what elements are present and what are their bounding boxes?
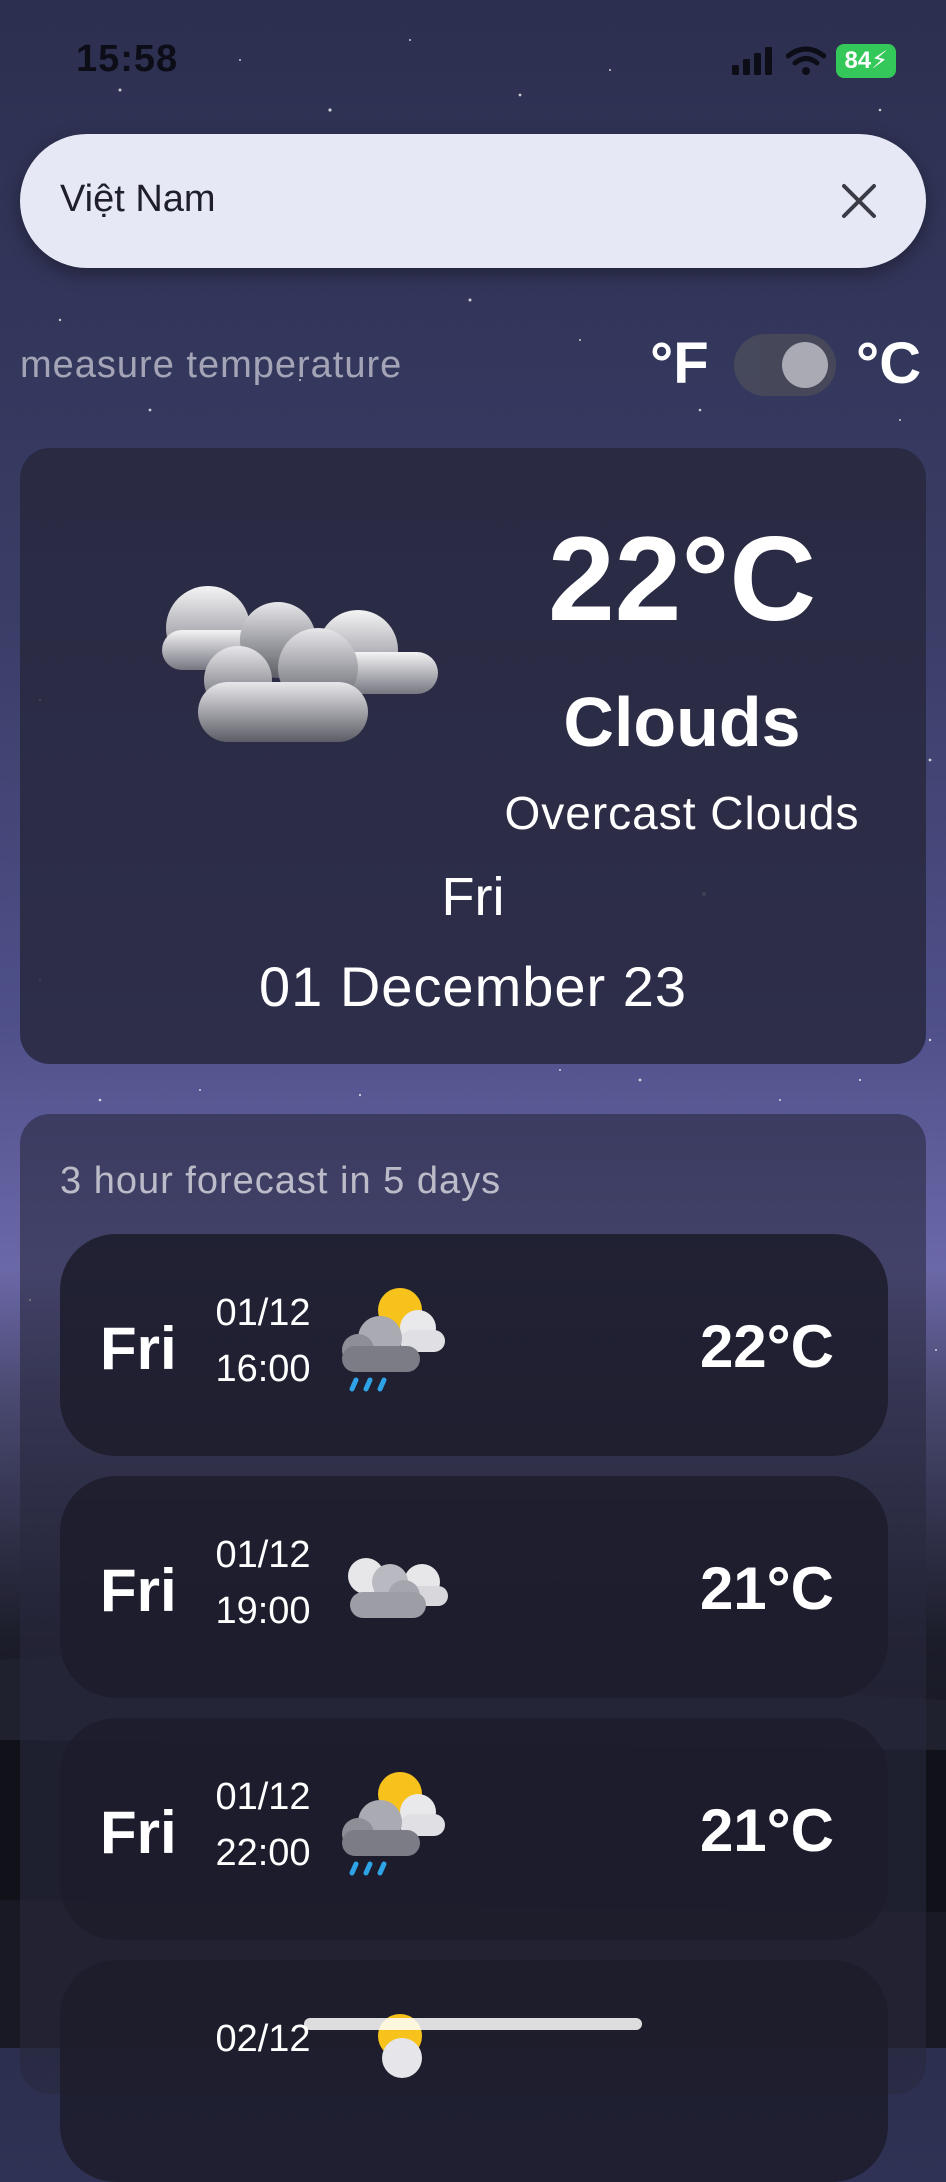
battery-level: 84 bbox=[844, 47, 872, 74]
forecast-time: 19:00 bbox=[215, 1590, 311, 1632]
clouds-icon bbox=[162, 586, 438, 742]
home-indicator[interactable] bbox=[304, 2018, 642, 2030]
forecast-time: 22:00 bbox=[215, 1832, 311, 1874]
unit-fahrenheit-label: °F bbox=[650, 331, 709, 396]
status-icons: 84⚡ bbox=[732, 44, 896, 78]
current-temperature: 22°C bbox=[547, 512, 817, 646]
temperature-unit-toggle[interactable] bbox=[734, 334, 836, 396]
forecast-row[interactable]: 02/12 bbox=[60, 1960, 888, 2182]
rain-sun-cloud-icon bbox=[342, 1288, 445, 1392]
battery-indicator: 84⚡ bbox=[836, 44, 896, 78]
close-icon bbox=[842, 184, 876, 218]
forecast-date: 01/12 bbox=[215, 1776, 311, 1818]
search-input-value[interactable]: Việt Nam bbox=[60, 178, 216, 221]
toggle-knob[interactable] bbox=[782, 342, 828, 388]
status-time: 15:58 bbox=[76, 38, 179, 80]
signal-icon bbox=[732, 47, 773, 75]
status-bar: 15:58 84⚡ bbox=[0, 0, 946, 120]
forecast-temperature: 21°C bbox=[699, 1797, 834, 1864]
forecast-day: Fri bbox=[100, 1799, 177, 1866]
forecast-date: 01/12 bbox=[215, 1292, 311, 1334]
forecast-row[interactable]: Fri 01/12 22:00 21°C bbox=[60, 1718, 888, 1940]
current-day: Fri bbox=[441, 867, 505, 927]
forecast-temperature: 21°C bbox=[699, 1555, 834, 1622]
clouds-icon bbox=[348, 1558, 448, 1618]
unit-celsius-label: °C bbox=[856, 331, 922, 396]
forecast-row[interactable]: Fri 01/12 19:00 21°C bbox=[60, 1476, 888, 1698]
wifi-icon bbox=[786, 46, 827, 75]
forecast-card: 3 hour forecast in 5 days Fri 01/12 16:0… bbox=[20, 1114, 926, 2182]
forecast-temperature: 22°C bbox=[699, 1313, 834, 1380]
clear-search-button[interactable] bbox=[834, 176, 884, 226]
forecast-time: 16:00 bbox=[215, 1348, 311, 1390]
measure-temperature-label: measure temperature bbox=[20, 344, 403, 386]
forecast-date: 01/12 bbox=[215, 1534, 311, 1576]
current-date: 01 December 23 bbox=[258, 955, 687, 1018]
forecast-row[interactable]: Fri 01/12 16:00 22°C bbox=[60, 1234, 888, 1456]
forecast-title: 3 hour forecast in 5 days bbox=[60, 1160, 502, 1202]
current-weather-card: 22°C Clouds Overcast Clouds Fri 01 Decem… bbox=[20, 448, 926, 1064]
forecast-day: Fri bbox=[100, 1557, 177, 1624]
forecast-date: 02/12 bbox=[215, 2018, 311, 2060]
forecast-day: Fri bbox=[100, 1315, 177, 1382]
weather-condition: Clouds bbox=[563, 683, 801, 761]
charging-bolt-icon: ⚡ bbox=[871, 47, 888, 74]
rain-sun-cloud-icon bbox=[342, 1772, 445, 1876]
location-search-input[interactable]: Việt Nam bbox=[20, 134, 926, 268]
weather-description: Overcast Clouds bbox=[504, 787, 860, 839]
